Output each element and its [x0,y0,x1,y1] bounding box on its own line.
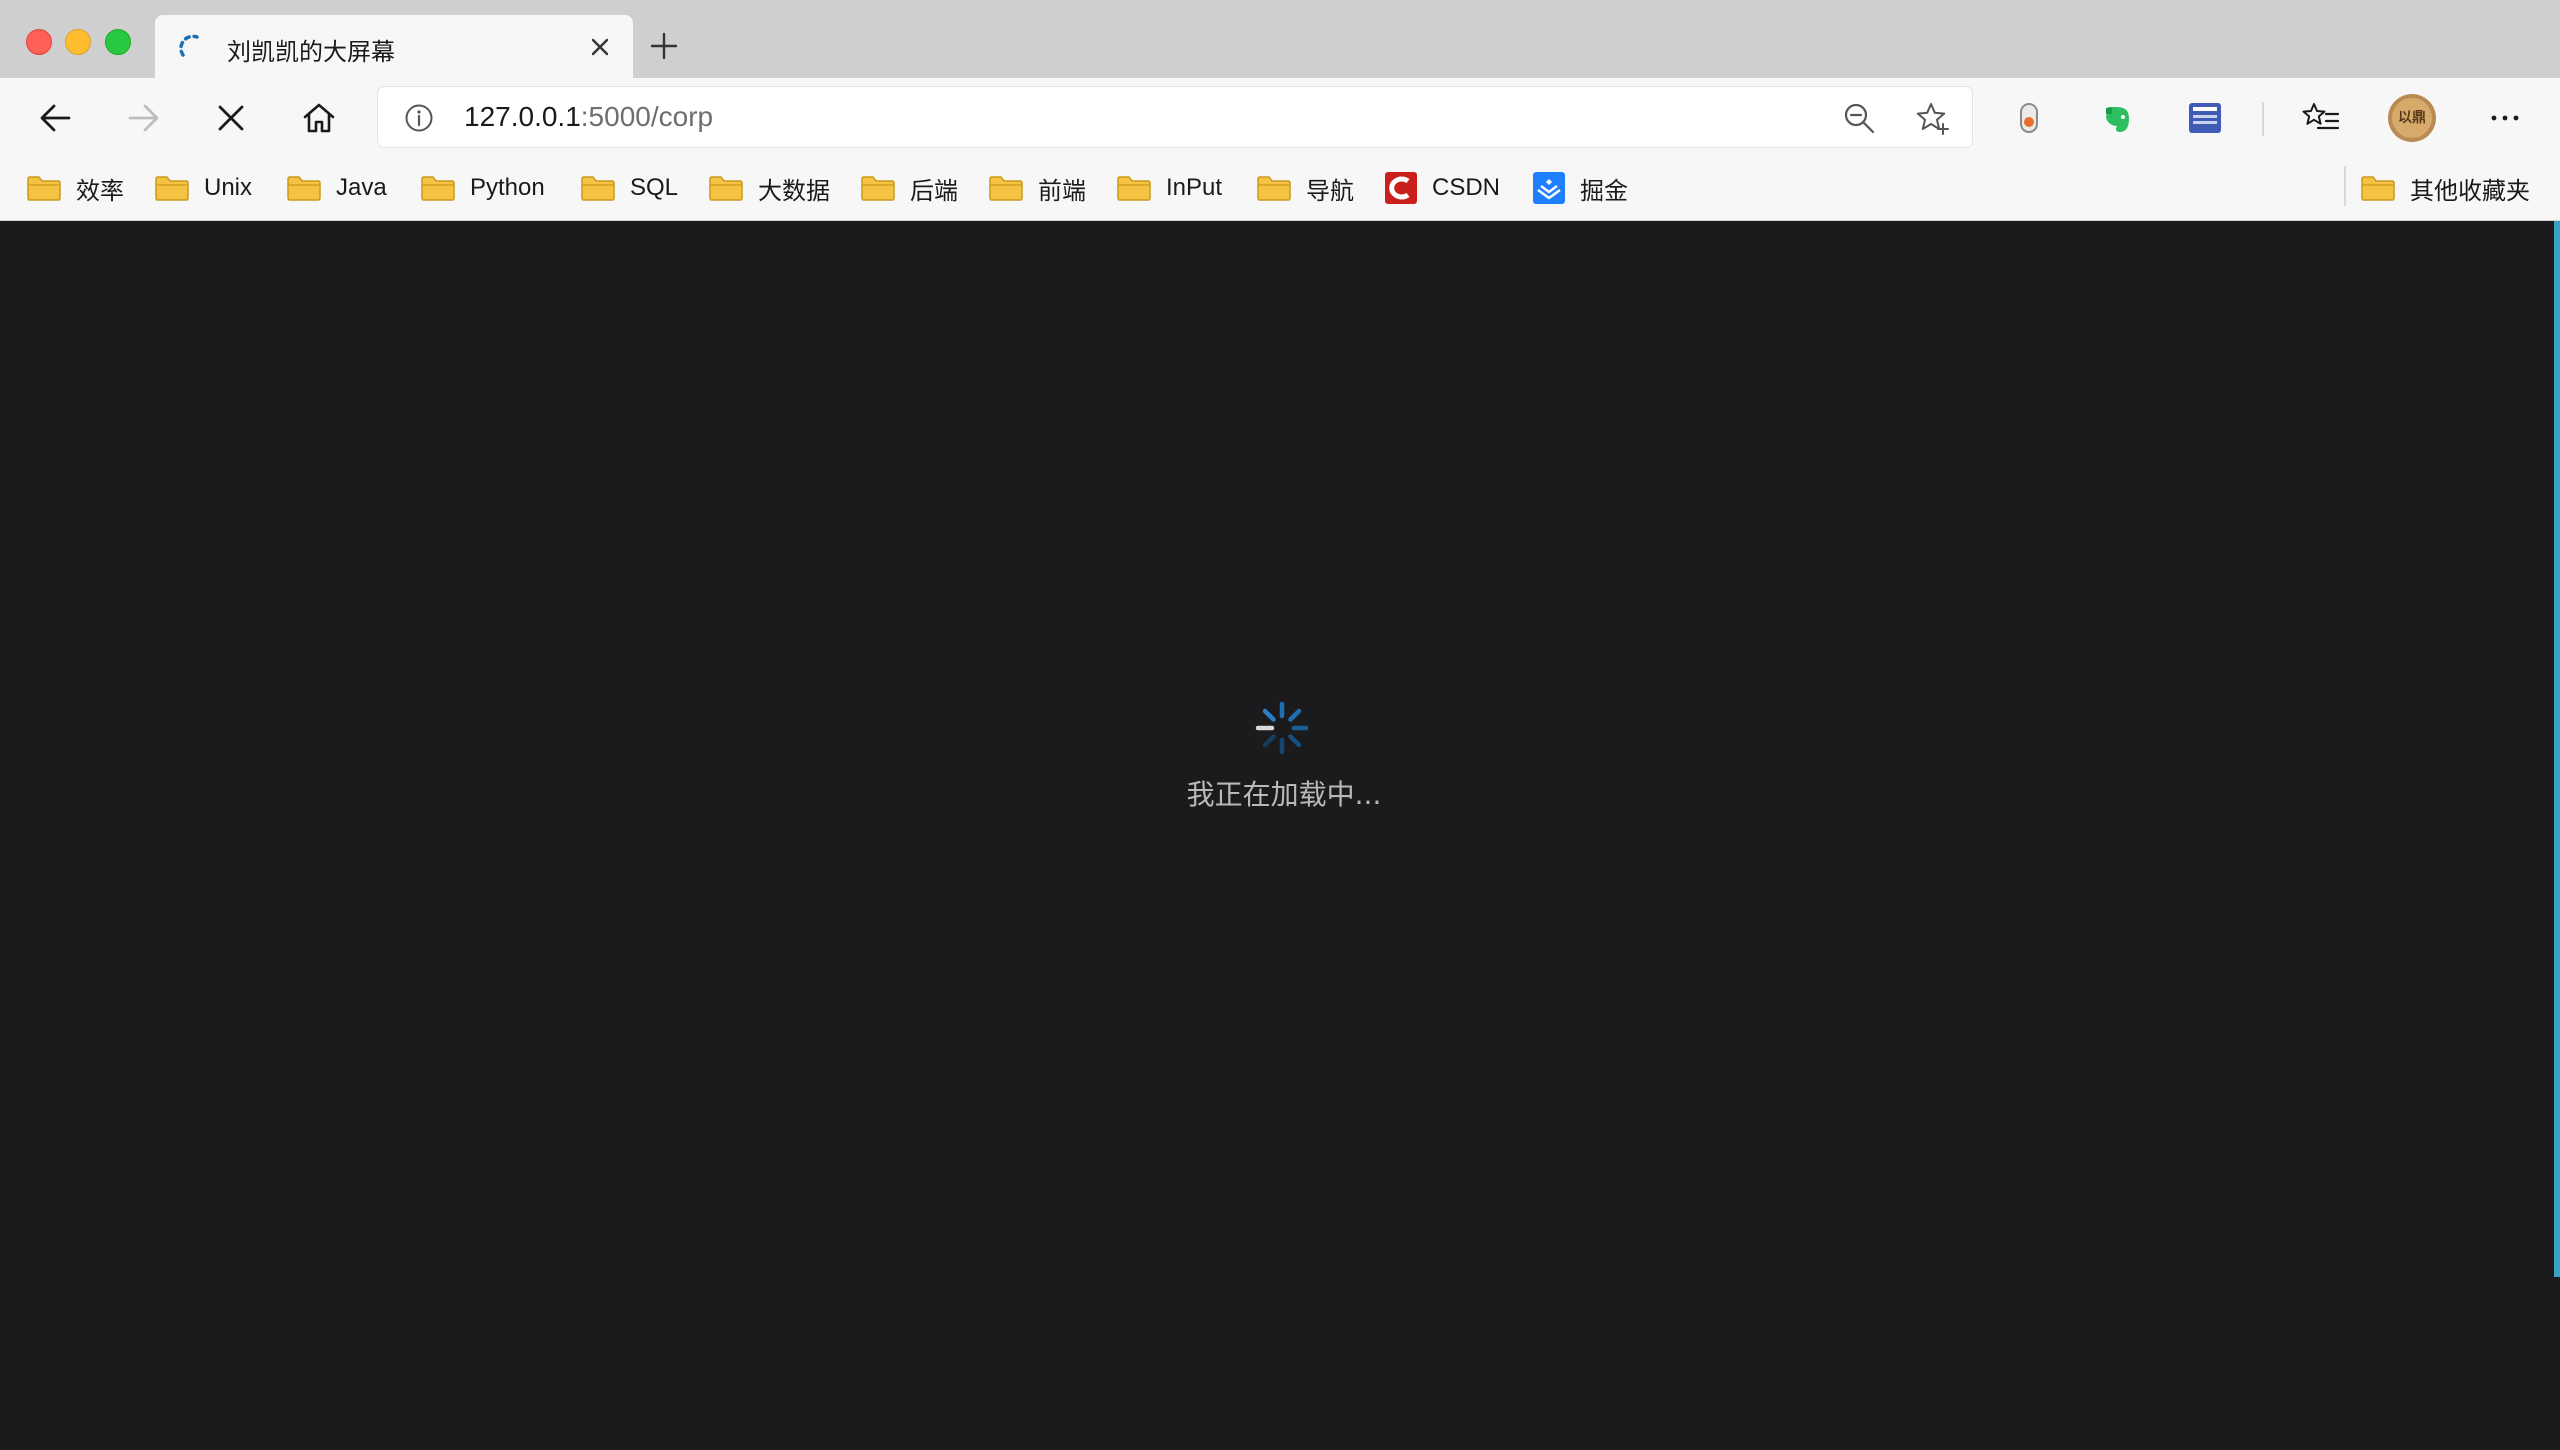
folder-icon [581,176,615,201]
csdn-icon [1385,172,1417,204]
new-tab-icon[interactable] [648,30,680,62]
bookmark-label: Unix [204,174,253,201]
bookmark-item[interactable]: CSDN [1384,168,1500,208]
folder-icon [709,176,743,201]
address-bar[interactable]: 127.0.0.1:5000/corp [378,87,1972,147]
bookmark-label: SQL [630,174,679,201]
bookmark-item[interactable]: 后端 [860,168,958,208]
evernote-icon[interactable] [2096,97,2138,139]
window-close-button[interactable] [26,29,52,55]
window-minimize-button[interactable] [65,29,91,55]
scrollbar-edge[interactable] [2554,221,2560,1277]
bookmark-item[interactable]: 效率 [26,168,124,208]
loading-spinner-icon [1255,701,1309,755]
bookmark-label: 效率 [76,177,124,205]
back-arrow-icon[interactable] [35,97,77,139]
zoom-out-icon[interactable] [1842,101,1876,135]
folder-icon [287,176,321,201]
active-tab[interactable]: 刘凯凯的大屏幕 [155,15,633,78]
close-tab-icon[interactable] [587,34,613,60]
folder-icon [421,176,455,201]
url-host: 127.0.0.1 [464,101,581,132]
favorites-list-icon[interactable] [2300,97,2342,139]
other-bookmarks[interactable]: 其他收藏夹 [2360,168,2530,208]
folder-icon [27,176,61,201]
extension-icon[interactable] [2008,97,2050,139]
juejin-icon [1533,172,1565,204]
bookmark-item[interactable]: 导航 [1256,168,1354,208]
folder-icon [989,176,1023,201]
bookmark-label: Java [336,174,387,201]
folder-icon [2361,176,2395,201]
profile-avatar[interactable]: 以鼎 [2388,94,2436,142]
add-favorite-icon[interactable] [1914,100,1950,136]
loading-text: 我正在加载中... [1186,778,1382,811]
tab-strip: 刘凯凯的大屏幕 [0,0,2560,78]
avatar-text: 以鼎 [2398,110,2426,126]
bookmarks-bar: 效率 Unix Java Python SQL 大数据 后端 前端 InPut … [0,158,2560,221]
folder-icon [1117,176,1151,201]
url-text[interactable]: 127.0.0.1:5000/corp [464,101,713,133]
bookmark-label: 掘金 [1580,177,1628,205]
toolbar: 127.0.0.1:5000/corp 以鼎 [0,78,2560,158]
reader-icon[interactable] [2184,97,2226,139]
bookmark-item[interactable]: InPut [1116,168,1222,208]
tab-title: 刘凯凯的大屏幕 [227,38,395,66]
bookmark-item[interactable]: 掘金 [1532,168,1628,208]
bookmark-label: InPut [1166,174,1223,201]
folder-icon [861,176,895,201]
bookmark-label: 前端 [1038,177,1086,205]
bookmark-label: 后端 [910,177,958,205]
loading-arc-icon [179,34,199,57]
info-icon[interactable] [403,102,435,134]
folder-icon [1257,176,1291,201]
page-content: 我正在加载中... [0,221,2560,1450]
forward-arrow-icon[interactable] [122,97,164,139]
bookmark-label: CSDN [1432,174,1501,201]
window-zoom-button[interactable] [105,29,131,55]
browser-window: 刘凯凯的大屏幕 127.0.0.1:5000/corp 以鼎 效率 Unix J… [0,0,2560,1450]
bookmark-item[interactable]: Python [420,168,545,208]
more-icon[interactable] [2484,97,2526,139]
url-path: :5000/corp [580,101,714,132]
bookmark-label: 其他收藏夹 [2410,177,2530,205]
stop-loading-icon[interactable] [210,97,252,139]
bookmark-item[interactable]: 前端 [988,168,1086,208]
bookmark-item[interactable]: 大数据 [708,168,830,208]
bookmark-label: 导航 [1306,177,1354,205]
home-icon[interactable] [298,97,340,139]
bookmark-item[interactable]: Java [286,168,387,208]
bookmark-item[interactable]: Unix [154,168,252,208]
folder-icon [155,176,189,201]
bookmarks-divider [2344,166,2346,206]
toolbar-separator [2262,102,2264,136]
bookmark-label: 大数据 [758,177,830,205]
bookmark-label: Python [470,174,545,201]
bookmark-item[interactable]: SQL [580,168,678,208]
